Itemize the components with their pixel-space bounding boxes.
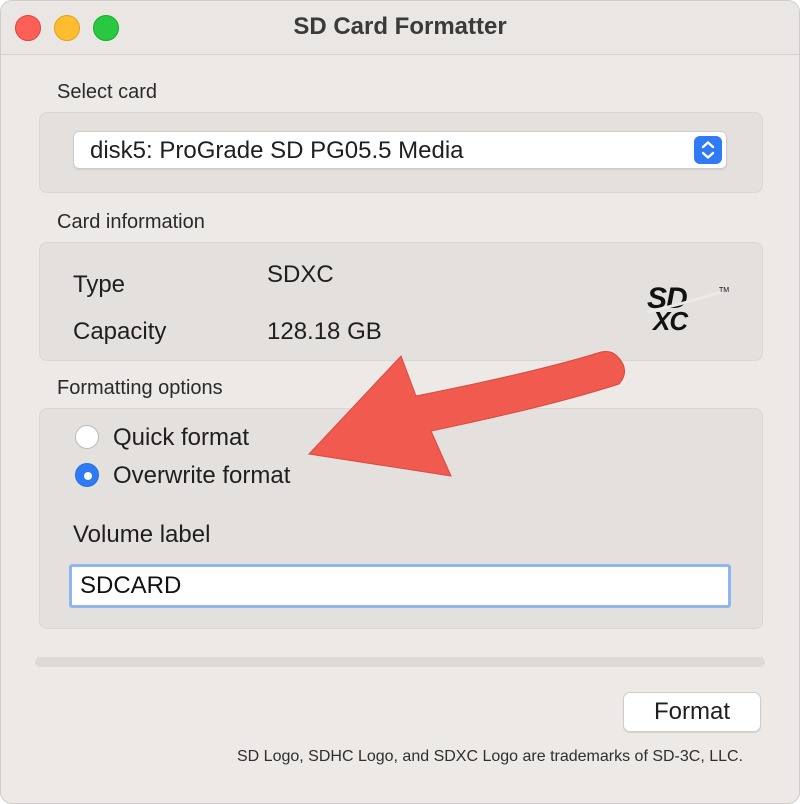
volume-label-input[interactable] (69, 564, 731, 608)
sdxc-logo-icon: SD XC TM (643, 282, 733, 339)
overwrite-format-label[interactable]: Overwrite format (113, 462, 290, 490)
select-card-label: Select card (57, 81, 158, 103)
volume-label-label: Volume label (73, 521, 211, 548)
card-select-value: disk5: ProGrade SD PG05.5 Media (90, 137, 464, 164)
type-key: Type (73, 271, 126, 298)
updown-chevron-icon[interactable] (694, 136, 722, 164)
window-title: SD Card Formatter (293, 13, 507, 40)
quick-format-radio[interactable] (75, 425, 99, 449)
trademark-footer: SD Logo, SDHC Logo, and SDXC Logo are tr… (237, 748, 744, 765)
card-select-dropdown[interactable]: disk5: ProGrade SD PG05.5 Media (73, 131, 727, 169)
overwrite-format-radio[interactable] (75, 463, 99, 487)
svg-text:TM: TM (719, 287, 729, 294)
annotation-arrow-icon (301, 336, 641, 491)
format-button[interactable]: Format (623, 692, 761, 732)
progress-bar (35, 657, 765, 667)
type-value: SDXC (267, 261, 334, 288)
card-information-label: Card information (57, 211, 205, 233)
title-bar: SD Card Formatter (1, 1, 799, 55)
formatting-options-label: Formatting options (57, 377, 223, 399)
quick-format-label[interactable]: Quick format (113, 424, 249, 452)
capacity-key: Capacity (73, 318, 167, 345)
app-window: SD Card Formatter Select card disk5: Pro… (0, 0, 800, 804)
